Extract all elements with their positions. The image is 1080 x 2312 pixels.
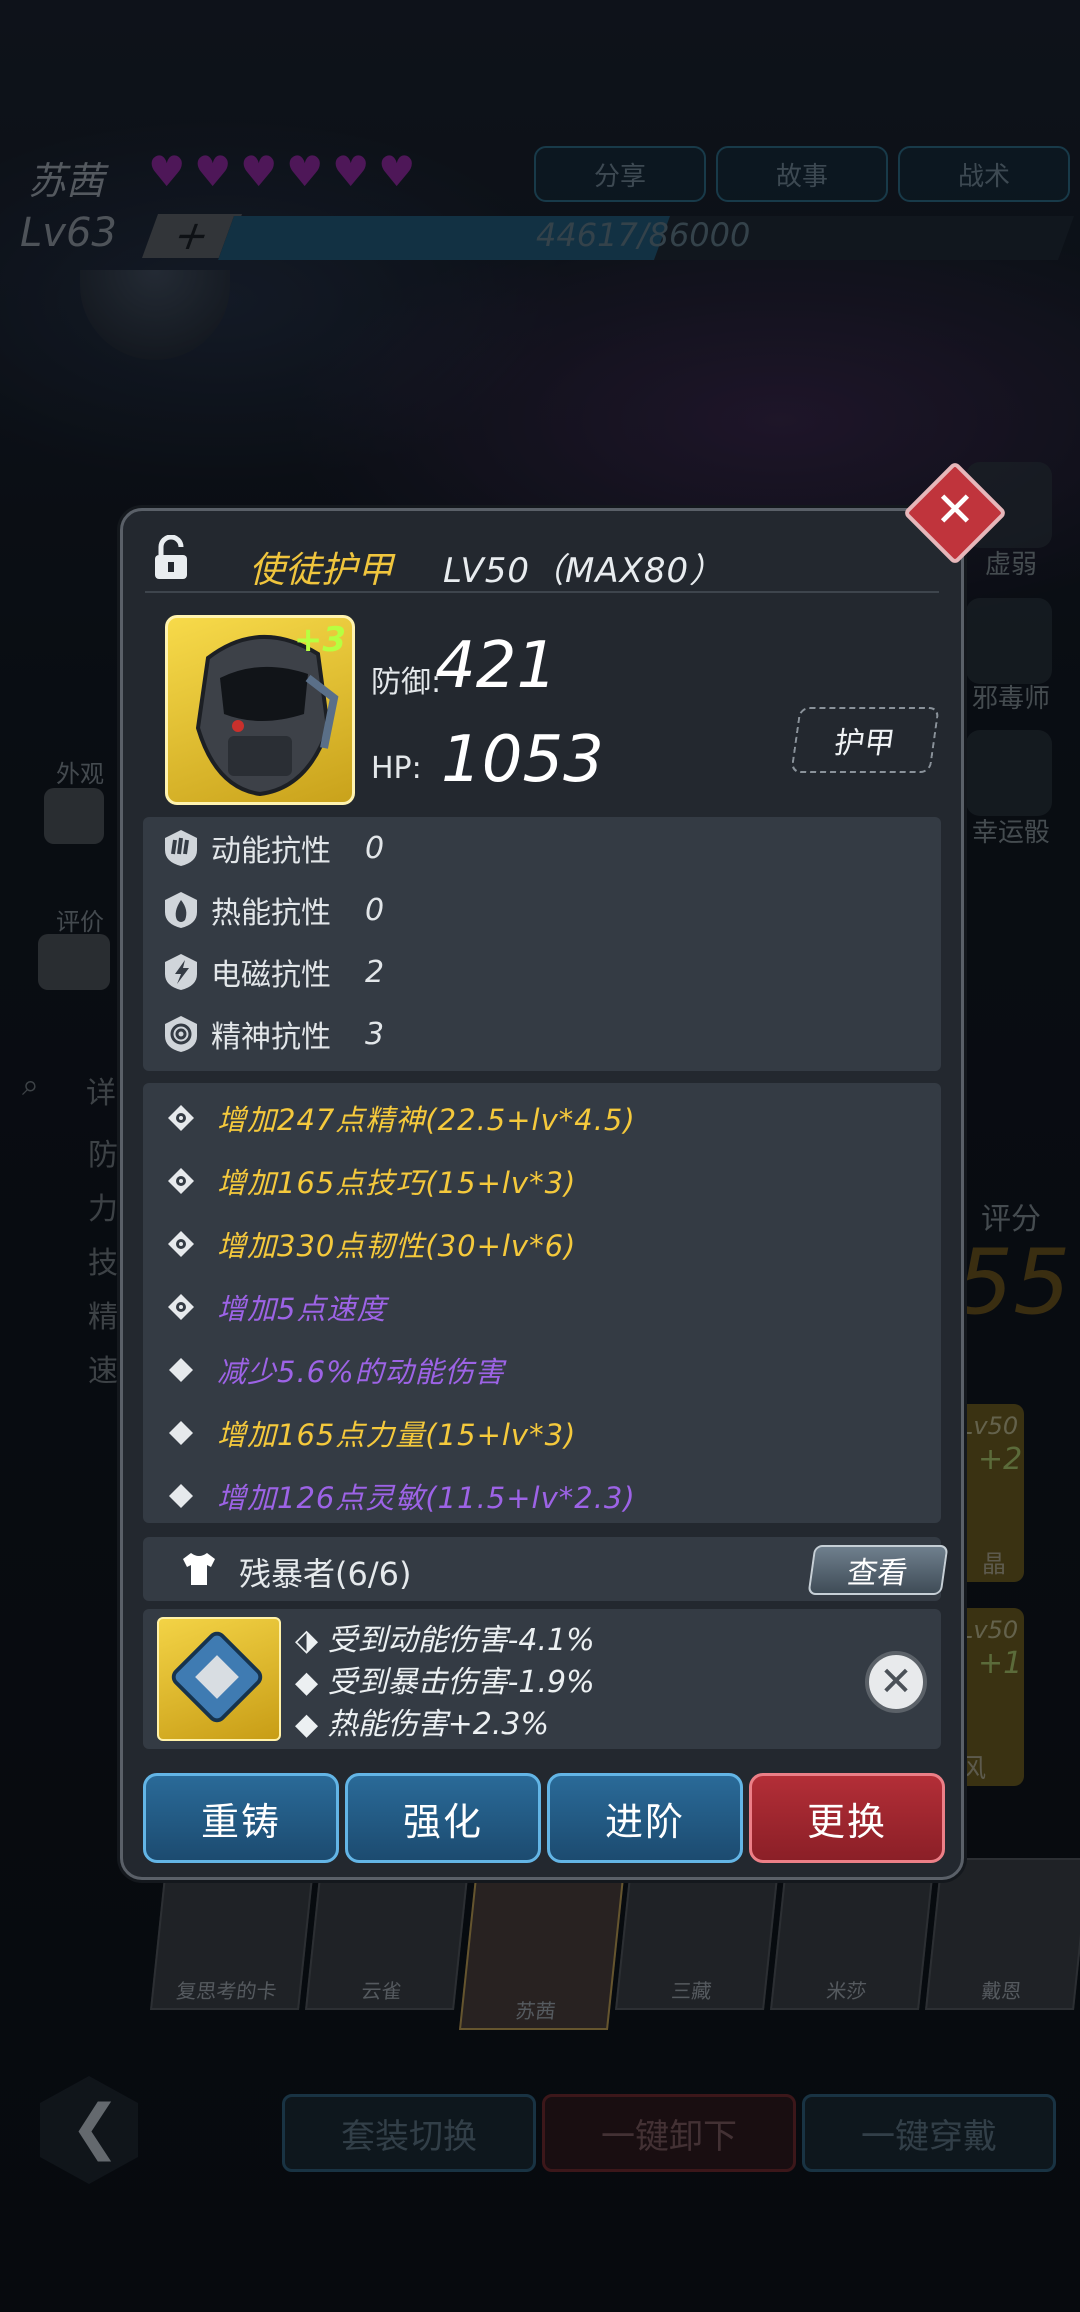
attribute-text: 增加165点技巧(15+lv*3): [217, 1166, 577, 1200]
equipment-detail-dialog: 使徒护甲 LV50（MAX80） +3 防御: 421 HP: 1053 护甲 …: [120, 508, 964, 1880]
unlock-icon[interactable]: [153, 535, 189, 581]
resistance-label: 热能抗性: [211, 896, 331, 931]
attribute-row: 增加165点力量(15+lv*3): [167, 1408, 576, 1458]
resistance-row: 动能抗性 0: [161, 821, 384, 875]
resistance-value: 3: [365, 1016, 385, 1052]
armor-type-button[interactable]: 护甲: [790, 707, 940, 773]
gem-slot-panel: ⬗ 受到动能伤害-4.1% ◆ 受到暴击伤害-1.9% ◆ 热能伤害+2.3% …: [143, 1609, 941, 1749]
attribute-text: 减少5.6%的动能伤害: [217, 1355, 505, 1389]
lightning-icon: [165, 954, 197, 990]
gear-marker-icon: [168, 1105, 194, 1131]
gem-effect: ◆ 受到暴击伤害-1.9%: [295, 1665, 595, 1700]
enhance-level: +3: [293, 620, 346, 660]
attribute-panel: 增加247点精神(22.5+lv*4.5) 增加165点技巧(15+lv*3) 增加…: [143, 1083, 941, 1523]
attribute-text: 增加330点韧性(30+lv*6): [217, 1229, 577, 1263]
attribute-row: 减少5.6%的动能伤害: [167, 1345, 505, 1395]
resistance-row: 热能抗性 0: [161, 883, 384, 937]
resistance-label: 精神抗性: [211, 1020, 331, 1055]
resistance-value: 2: [365, 954, 385, 990]
remove-gem-button[interactable]: ✕: [865, 1651, 927, 1713]
resistance-value: 0: [365, 892, 385, 928]
attribute-row: 增加247点精神(22.5+lv*4.5): [167, 1093, 636, 1143]
resistance-row: 精神抗性 3: [161, 1007, 384, 1061]
chip-icon: [171, 1631, 263, 1723]
set-name: 残暴者(6/6): [239, 1555, 412, 1593]
set-bonus-bar: 残暴者(6/6) 查看: [143, 1537, 949, 1601]
gem-effect: ⬗ 受到动能伤害-4.1%: [295, 1623, 595, 1658]
reforge-button[interactable]: 重铸: [143, 1773, 339, 1863]
hp-value: 1053: [441, 723, 604, 797]
resistance-value: 0: [365, 830, 385, 866]
gear-marker-icon: [168, 1168, 194, 1194]
view-set-button[interactable]: 查看: [807, 1545, 949, 1595]
attribute-row: 增加5点速度: [167, 1282, 386, 1332]
spiral-icon: [165, 1016, 197, 1052]
shirt-icon: [183, 1553, 215, 1585]
item-level: LV50（MAX80）: [443, 551, 725, 591]
enhance-button[interactable]: 强化: [345, 1773, 541, 1863]
divider: [145, 591, 939, 593]
kinetic-icon: [165, 830, 197, 866]
advance-button[interactable]: 进阶: [547, 1773, 743, 1863]
attribute-text: 增加126点灵敏(11.5+lv*2.3): [217, 1481, 636, 1515]
replace-button[interactable]: 更换: [749, 1773, 945, 1863]
diamond-marker-icon: [169, 1358, 193, 1382]
resistance-row: 电磁抗性 2: [161, 945, 384, 999]
close-icon: ✕: [934, 482, 976, 538]
defense-value: 421: [435, 629, 558, 703]
diamond-marker-icon: [169, 1484, 193, 1508]
chip-image: [157, 1617, 281, 1741]
attribute-row: 增加126点灵敏(11.5+lv*2.3): [167, 1471, 636, 1521]
attribute-row: 增加165点技巧(15+lv*3): [167, 1156, 576, 1206]
gem-effect: ◆ 热能伤害+2.3%: [295, 1707, 549, 1742]
hp-label: HP:: [371, 751, 422, 786]
resistance-label: 动能抗性: [211, 834, 331, 869]
resistance-panel: 动能抗性 0 热能抗性 0 电磁抗性 2 精神抗性 3: [143, 817, 941, 1071]
attribute-text: 增加5点速度: [217, 1292, 387, 1326]
attribute-row: 增加330点韧性(30+lv*6): [167, 1219, 576, 1269]
fire-icon: [165, 892, 197, 928]
resistance-label: 电磁抗性: [211, 958, 331, 993]
diamond-marker-icon: [169, 1421, 193, 1445]
attribute-text: 增加165点力量(15+lv*3): [217, 1418, 577, 1452]
item-name: 使徒护甲: [249, 550, 394, 591]
defense-label: 防御:: [371, 665, 442, 700]
gear-marker-icon: [168, 1294, 194, 1320]
gear-marker-icon: [168, 1231, 194, 1257]
attribute-text: 增加247点精神(22.5+lv*4.5): [217, 1103, 636, 1137]
armor-image: +3: [165, 615, 355, 805]
